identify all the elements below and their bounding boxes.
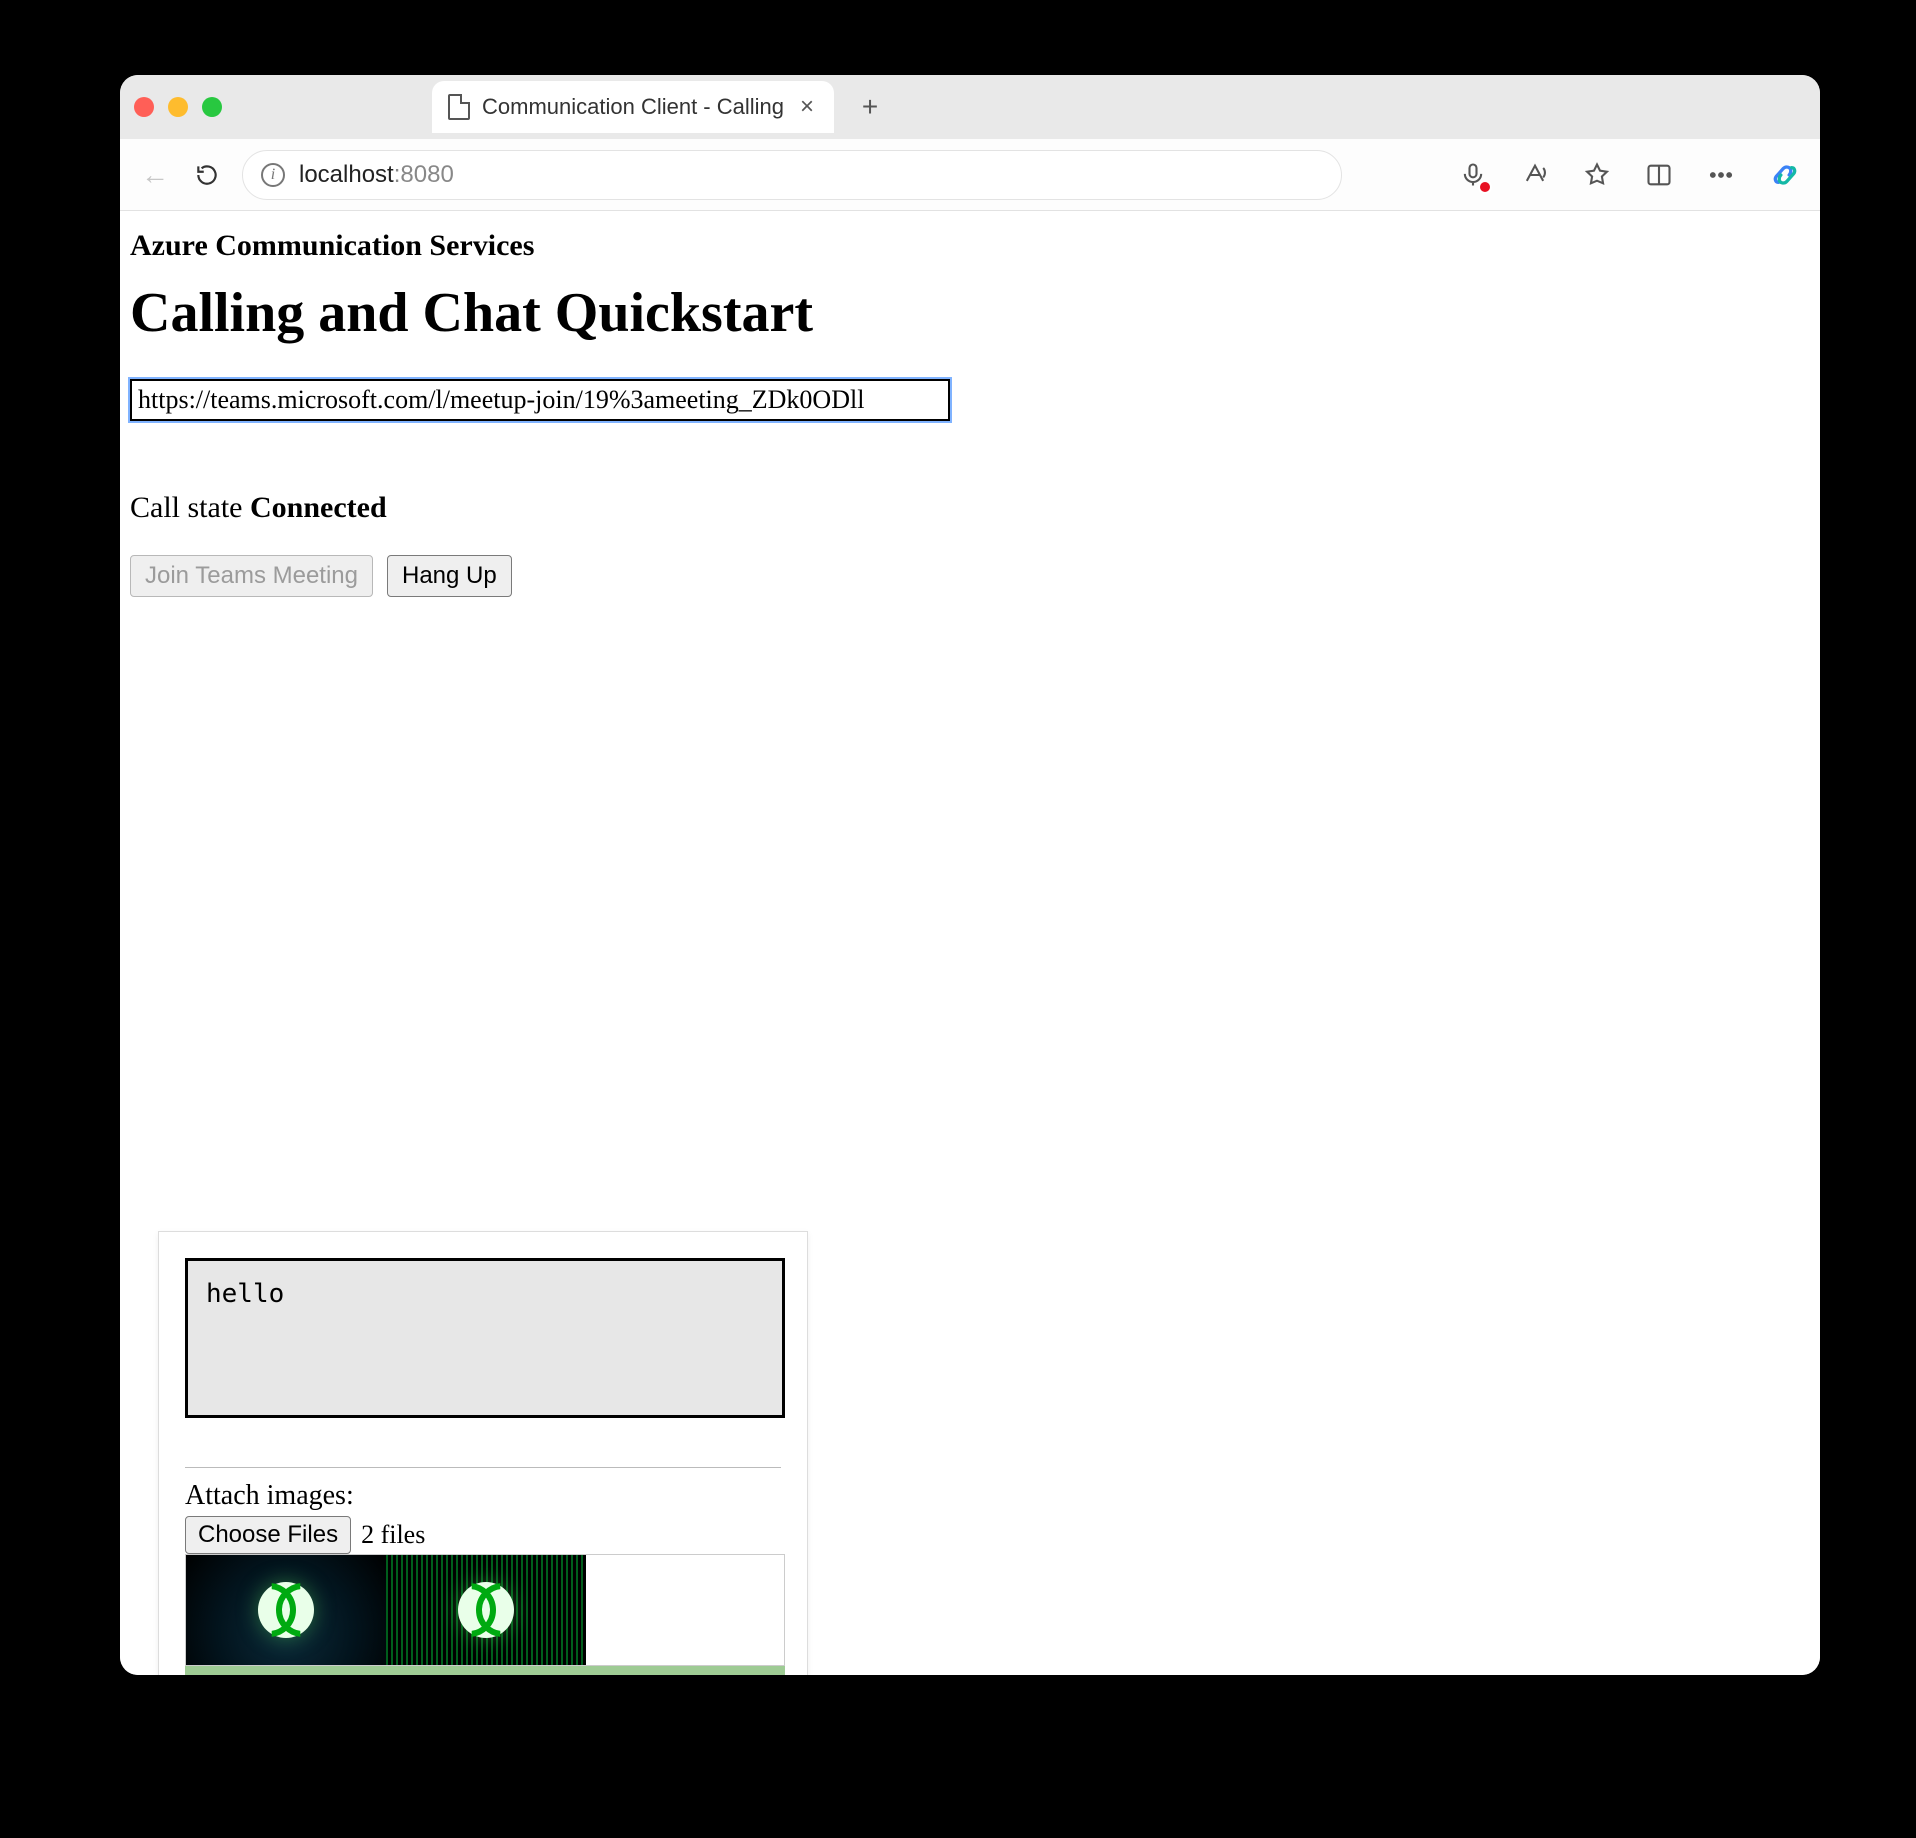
xbox-logo-icon <box>258 1582 314 1638</box>
chat-panel: Attach images: Choose Files 2 files Send <box>158 1231 808 1675</box>
window-zoom-button[interactable] <box>202 97 222 117</box>
send-button[interactable]: Send <box>185 1666 785 1675</box>
browser-window: Communication Client - Calling × + ← i l… <box>120 75 1820 1675</box>
image-thumbnail-1[interactable] <box>186 1555 386 1665</box>
window-minimize-button[interactable] <box>168 97 188 117</box>
browser-toolbar: ← i localhost:8080 <box>120 139 1820 211</box>
image-thumbnail-2[interactable] <box>386 1555 586 1665</box>
page-icon <box>448 94 470 120</box>
tab-close-button[interactable]: × <box>796 95 818 119</box>
browser-tab[interactable]: Communication Client - Calling × <box>432 81 834 133</box>
xbox-logo-icon <box>458 1582 514 1638</box>
tab-title: Communication Client - Calling <box>482 94 784 120</box>
file-count-text: 2 files <box>361 1520 425 1550</box>
favorite-icon[interactable] <box>1582 160 1612 190</box>
join-meeting-button: Join Teams Meeting <box>130 555 373 597</box>
chat-message-input[interactable] <box>185 1258 785 1418</box>
page-title: Calling and Chat Quickstart <box>130 281 1810 345</box>
address-bar[interactable]: i localhost:8080 <box>242 150 1342 200</box>
call-state-line: Call state Connected <box>130 491 1810 525</box>
attach-images-label: Attach images: <box>185 1480 781 1512</box>
call-state-value: Connected <box>250 491 387 524</box>
more-menu-icon[interactable] <box>1706 160 1736 190</box>
window-traffic-lights <box>134 97 222 117</box>
meeting-url-input[interactable] <box>130 379 950 421</box>
page-viewport: Azure Communication Services Calling and… <box>120 211 1820 1675</box>
new-tab-button[interactable]: + <box>856 93 884 121</box>
split-screen-icon[interactable] <box>1644 160 1674 190</box>
reload-button[interactable] <box>190 158 224 192</box>
chat-divider <box>185 1467 781 1468</box>
call-state-label: Call state <box>130 491 242 524</box>
url-port: :8080 <box>394 161 454 188</box>
copilot-icon[interactable] <box>1768 158 1802 192</box>
image-thumbnails <box>185 1554 785 1666</box>
tab-strip: Communication Client - Calling × + <box>120 75 1820 139</box>
hang-up-button[interactable]: Hang Up <box>387 555 512 597</box>
mic-blocked-icon[interactable] <box>1458 160 1488 190</box>
url-host: localhost <box>299 161 394 188</box>
window-close-button[interactable] <box>134 97 154 117</box>
page-eyebrow: Azure Communication Services <box>130 229 1810 263</box>
nav-back-button[interactable]: ← <box>138 158 172 192</box>
site-info-icon[interactable]: i <box>261 163 285 187</box>
read-aloud-icon[interactable] <box>1520 160 1550 190</box>
choose-files-button[interactable]: Choose Files <box>185 1516 351 1554</box>
